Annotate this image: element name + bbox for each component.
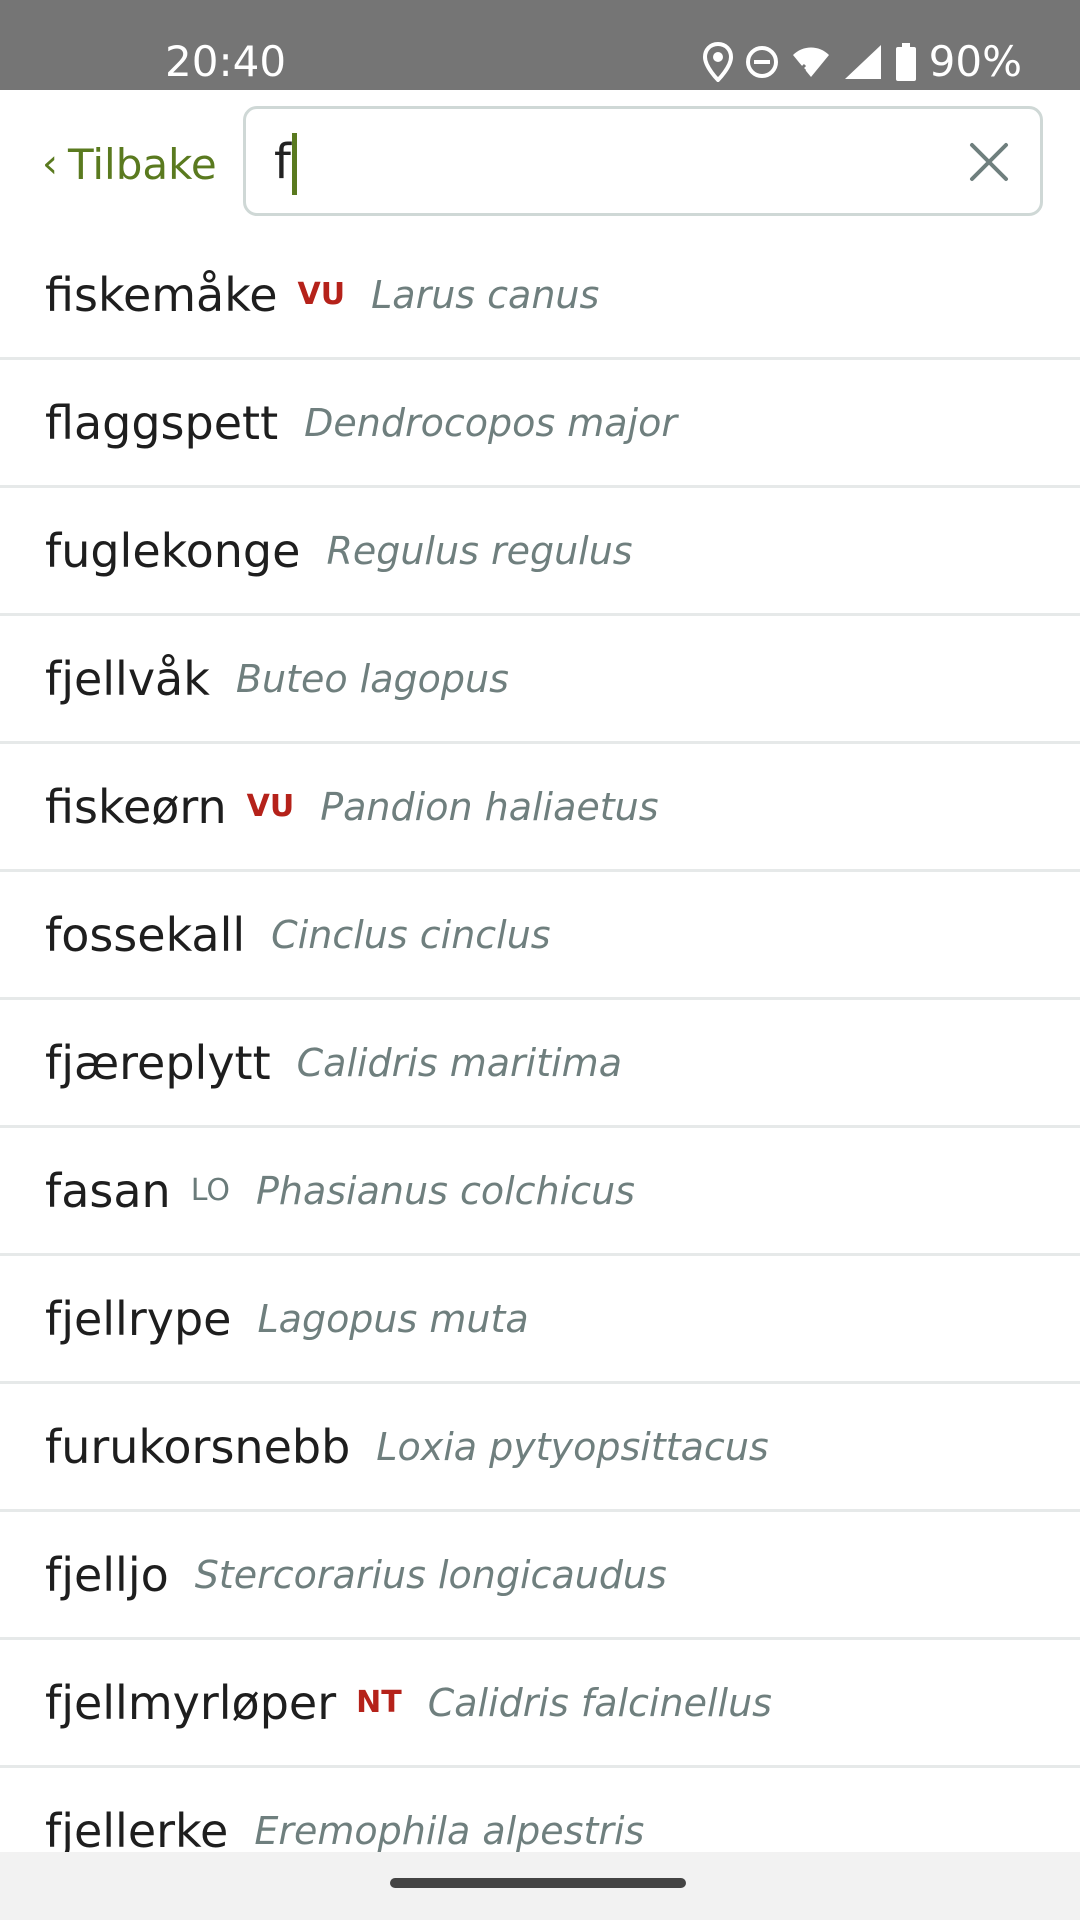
home-indicator[interactable]	[390, 1878, 686, 1888]
battery-icon	[895, 42, 917, 82]
common-name: fossekall	[45, 907, 246, 962]
latin-name: Regulus regulus	[326, 528, 633, 573]
status-time: 20:40	[165, 37, 287, 86]
common-name: fjellerke	[45, 1803, 229, 1853]
status-bar: 20:40 90%	[0, 0, 1080, 90]
latin-name: Eremophila alpestris	[254, 1808, 645, 1853]
latin-name: Cinclus cinclus	[271, 912, 551, 957]
chevron-left-icon: ‹	[42, 141, 58, 187]
back-label: Tilbake	[68, 139, 217, 189]
redlist-status: LO	[190, 1173, 230, 1208]
common-name: fiskemåke	[45, 267, 278, 322]
latin-name: Loxia pytyopsittacus	[376, 1424, 769, 1469]
latin-name: Pandion haliaetus	[320, 784, 659, 829]
redlist-status: VU	[297, 277, 346, 312]
latin-name: Stercorarius longicaudus	[194, 1552, 667, 1597]
common-name: furukorsnebb	[45, 1419, 351, 1474]
battery-percentage: 90%	[928, 37, 1022, 86]
search-box[interactable]	[243, 106, 1043, 216]
list-item[interactable]: fossekall Cinclus cinclus	[0, 872, 1080, 1000]
common-name: fjellmyrløper	[45, 1675, 337, 1730]
cell-signal-icon	[843, 43, 883, 81]
status-icons: 90%	[702, 34, 1022, 90]
list-item[interactable]: fjelljo Stercorarius longicaudus	[0, 1512, 1080, 1640]
search-input[interactable]	[274, 127, 914, 197]
common-name: fjellrype	[45, 1291, 232, 1346]
latin-name: Dendrocopos major	[304, 400, 677, 445]
latin-name: Calidris maritima	[296, 1040, 622, 1085]
list-item[interactable]: fiskemåke VU Larus canus	[0, 232, 1080, 360]
close-icon	[970, 143, 1008, 181]
search-results-list[interactable]: fiskemåke VU Larus canus flaggspett Dend…	[0, 232, 1080, 1852]
wifi-icon	[791, 45, 831, 79]
do-not-disturb-icon	[745, 45, 779, 79]
location-icon	[702, 42, 733, 82]
latin-name: Lagopus muta	[257, 1296, 529, 1341]
list-item[interactable]: furukorsnebb Loxia pytyopsittacus	[0, 1384, 1080, 1512]
list-item[interactable]: fjellvåk Buteo lagopus	[0, 616, 1080, 744]
list-item[interactable]: flaggspett Dendrocopos major	[0, 360, 1080, 488]
redlist-status: VU	[246, 789, 295, 824]
list-item[interactable]: fjellrype Lagopus muta	[0, 1256, 1080, 1384]
list-item[interactable]: fuglekonge Regulus regulus	[0, 488, 1080, 616]
common-name: fjellvåk	[45, 651, 210, 706]
latin-name: Buteo lagopus	[235, 656, 509, 701]
redlist-status: NT	[356, 1685, 402, 1720]
common-name: flaggspett	[45, 395, 279, 450]
list-item[interactable]: fjellerke Eremophila alpestris	[0, 1768, 1080, 1853]
common-name: fasan	[45, 1163, 171, 1218]
back-button[interactable]: ‹ Tilbake	[42, 136, 217, 192]
navigation-bar	[0, 1852, 1080, 1920]
common-name: fiskeørn	[45, 779, 227, 834]
common-name: fjelljo	[45, 1547, 169, 1602]
text-cursor	[292, 133, 297, 195]
latin-name: Larus canus	[371, 272, 600, 317]
list-item[interactable]: fasan LO Phasianus colchicus	[0, 1128, 1080, 1256]
search-header: ‹ Tilbake	[0, 90, 1080, 232]
clear-search-button[interactable]	[964, 137, 1014, 187]
list-item[interactable]: fjæreplytt Calidris maritima	[0, 1000, 1080, 1128]
latin-name: Calidris falcinellus	[427, 1680, 772, 1725]
list-item[interactable]: fiskeørn VU Pandion haliaetus	[0, 744, 1080, 872]
latin-name: Phasianus colchicus	[255, 1168, 635, 1213]
common-name: fjæreplytt	[45, 1035, 271, 1090]
list-item[interactable]: fjellmyrløper NT Calidris falcinellus	[0, 1640, 1080, 1768]
common-name: fuglekonge	[45, 523, 301, 578]
